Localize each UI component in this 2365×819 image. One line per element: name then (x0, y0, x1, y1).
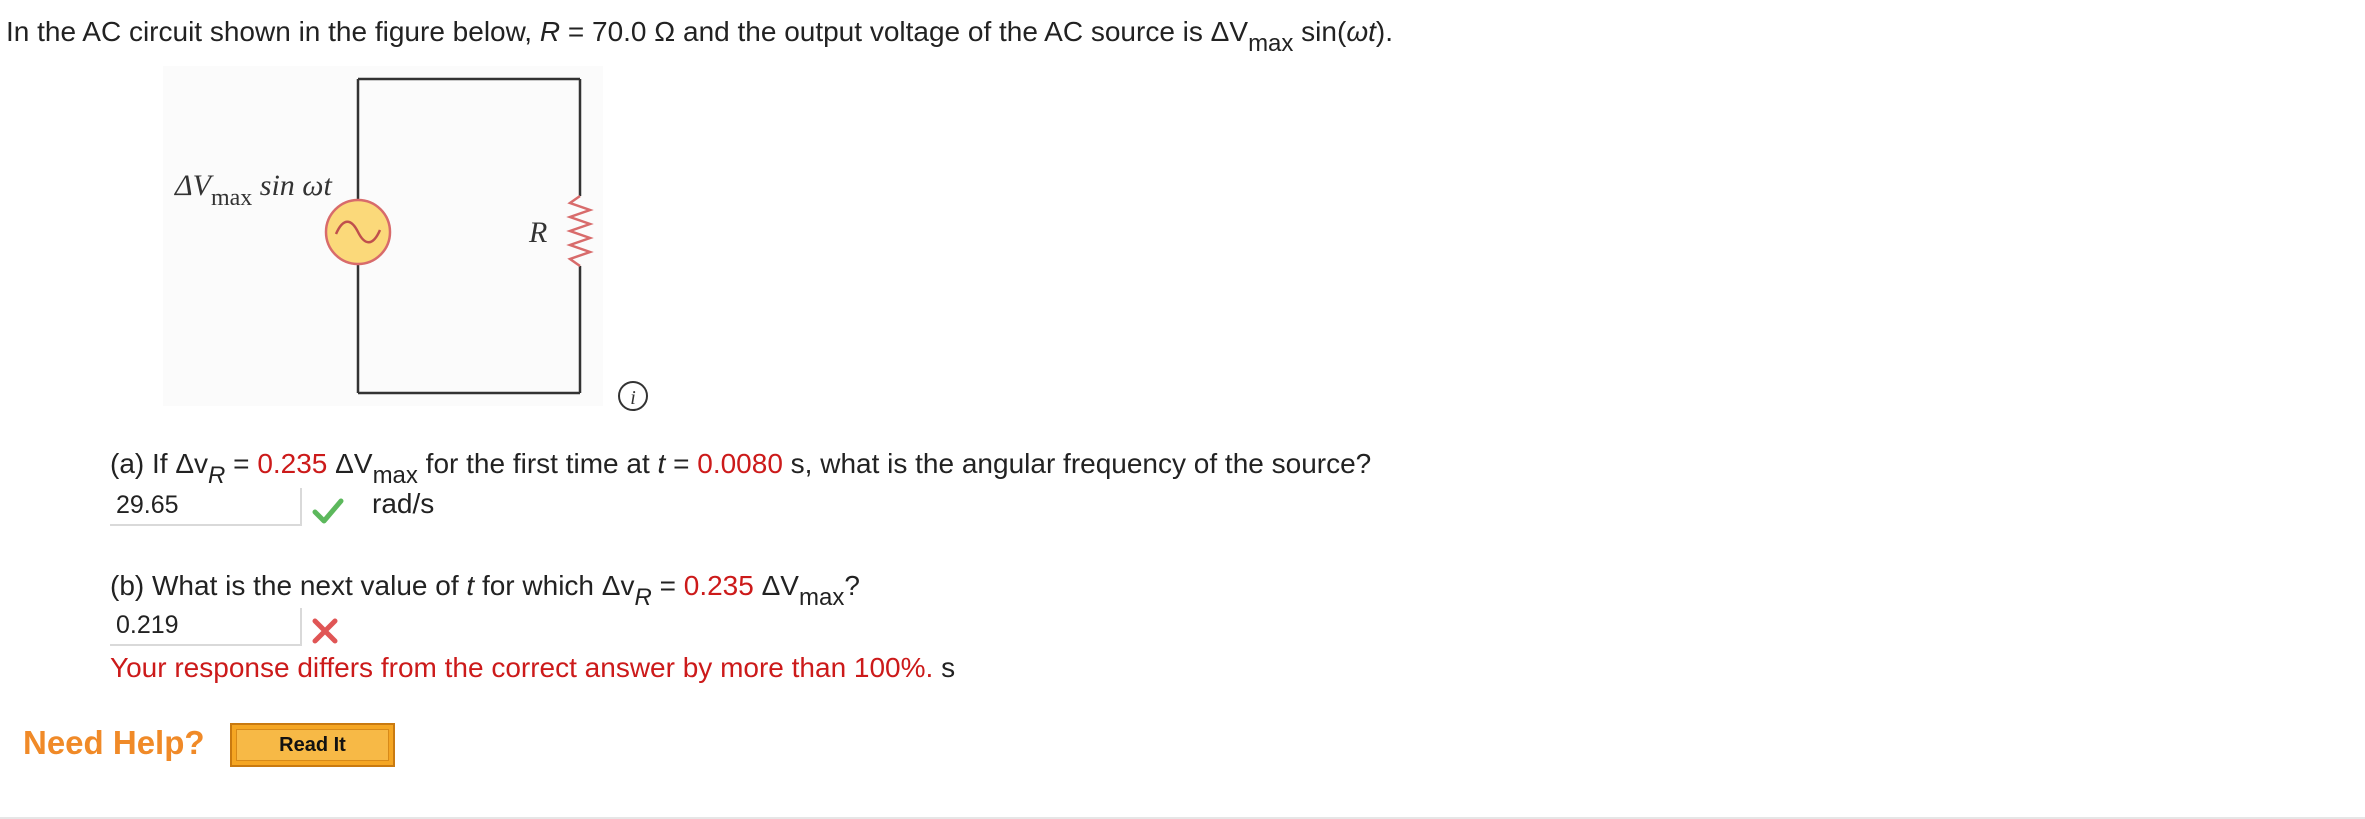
resistor-label: R (528, 216, 547, 249)
part-b-answer-field[interactable]: 0.219 (110, 608, 302, 646)
part-b-question: (b) What is the next value of t for whic… (110, 570, 860, 611)
svg-text:i: i (630, 387, 636, 409)
read-it-label: Read It (236, 729, 389, 761)
part-b-feedback: Your response differs from the correct a… (110, 652, 956, 683)
info-icon[interactable]: i (618, 381, 648, 411)
need-help-label: Need Help? (23, 724, 205, 761)
incorrect-cross-icon (312, 618, 338, 644)
part-a-unit: rad/s (372, 488, 435, 519)
circuit-figure: ΔVmax sin ωt R i (163, 66, 648, 411)
part-a-question: (a) If ΔvR = 0.235 ΔVmax for the first t… (110, 448, 1372, 489)
correct-check-icon (312, 498, 344, 524)
read-it-button[interactable]: Read It (230, 723, 395, 767)
part-a-answer-field[interactable]: 29.65 (110, 488, 302, 526)
problem-statement: In the AC circuit shown in the figure be… (6, 16, 1394, 57)
